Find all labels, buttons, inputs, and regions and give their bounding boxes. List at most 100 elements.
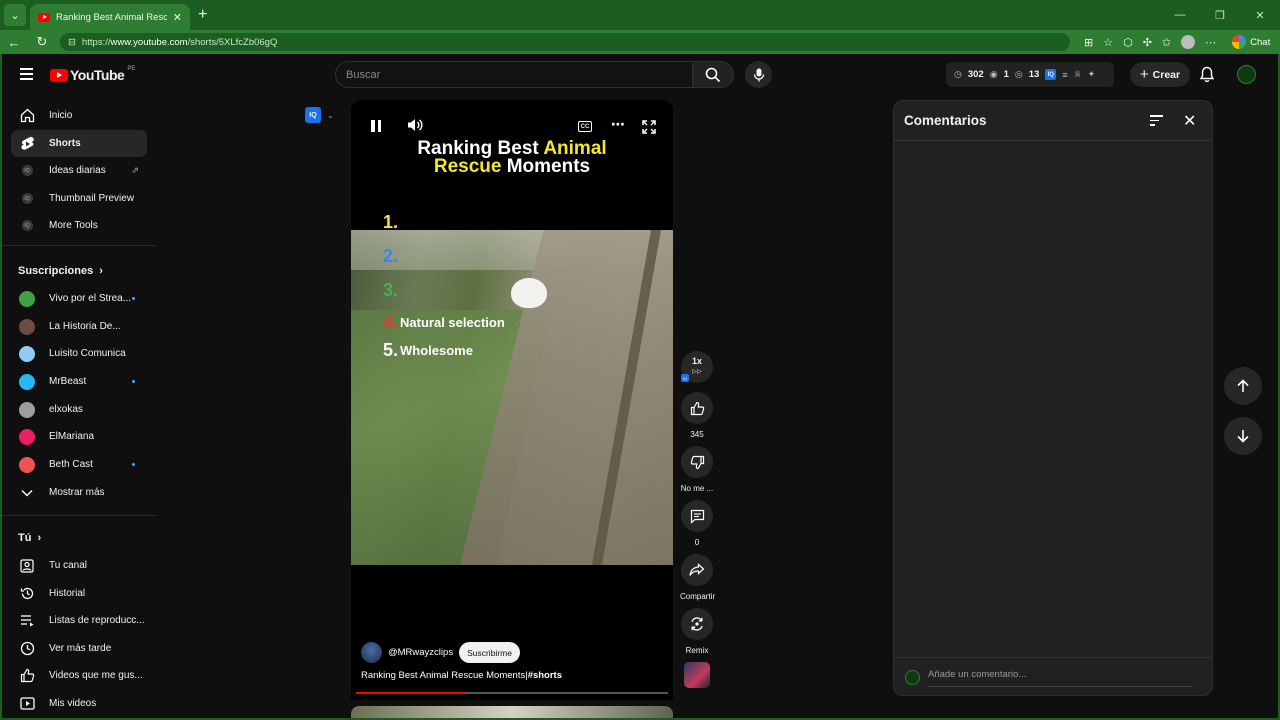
favorites-icon[interactable]: ✩ <box>1162 36 1171 49</box>
minimize-button[interactable]: — <box>1160 9 1200 21</box>
channel-avatar[interactable] <box>361 642 382 663</box>
sidebar-item-label: Tu canal <box>49 560 87 571</box>
user-avatar <box>905 670 920 685</box>
microphone-icon <box>753 68 764 81</box>
search-icon <box>705 67 721 82</box>
progress-bar[interactable] <box>356 692 668 694</box>
reload-button[interactable]: ↻ <box>28 34 56 50</box>
comment-count: 0 <box>694 538 700 547</box>
arrow-up-icon <box>1237 379 1249 392</box>
dislike-label: No me ... <box>680 484 714 493</box>
browser-tab[interactable]: Ranking Best Animal Rescue Mom ✕ <box>30 4 190 30</box>
previous-short-button[interactable] <box>1224 367 1262 405</box>
subscriptions-heading[interactable]: Suscripciones › <box>18 265 103 277</box>
external-link-icon: ⇗ <box>131 165 139 175</box>
sidebar-item-more-tools[interactable]: IQ More Tools <box>11 212 147 239</box>
list-icon[interactable]: ≡ <box>1062 70 1067 80</box>
search-input[interactable]: Buscar <box>335 61 693 88</box>
logo-text: YouTube <box>70 67 125 83</box>
tab-list-button[interactable]: ⌄ <box>4 4 26 26</box>
new-tab-button[interactable]: + <box>198 6 207 24</box>
search-button[interactable] <box>692 61 734 88</box>
account-avatar[interactable] <box>1237 65 1256 84</box>
menu-icon[interactable] <box>20 68 33 83</box>
extension-icon[interactable]: ⬡ <box>1123 36 1133 49</box>
sidebar-item-inicio[interactable]: Inicio <box>11 102 147 129</box>
comment-input[interactable]: Añade un comentario... <box>928 669 1192 687</box>
subscription-item[interactable]: Luisito Comunica <box>11 340 147 367</box>
sidebar-item-ver-mas-tarde[interactable]: Ver más tarde <box>11 635 147 662</box>
next-short-button[interactable] <box>1224 417 1262 455</box>
app-install-icon[interactable]: ⊞ <box>1084 36 1093 49</box>
sidebar-item-label: Ideas diarias <box>49 165 106 176</box>
close-window-button[interactable]: ✕ <box>1240 9 1280 22</box>
sparkle-icon[interactable]: ✦ <box>1088 69 1096 80</box>
sort-icon[interactable] <box>1150 115 1163 129</box>
more-menu-icon[interactable]: ⋯ <box>1205 36 1216 49</box>
channel-name[interactable]: @MRwayzclips <box>388 647 453 658</box>
sidebar-item-playlists[interactable]: Listas de reproducc... <box>11 607 147 634</box>
next-short-preview[interactable] <box>351 706 673 720</box>
captions-button[interactable]: CC <box>578 121 592 132</box>
sidebar: Inicio Shorts IQ Ideas diarias ⇗ IQ Thum… <box>0 96 156 720</box>
you-heading[interactable]: Tú › <box>18 532 41 544</box>
remix-button[interactable]: Remix <box>680 608 714 655</box>
more-options-button[interactable]: ⋯ <box>611 116 625 133</box>
chat-button[interactable]: Chat <box>1232 35 1270 49</box>
comments-button[interactable]: 0 <box>680 500 714 547</box>
subscription-item[interactable]: Vivo por el Strea... <box>11 285 147 312</box>
volume-button[interactable] <box>407 118 423 135</box>
fullscreen-button[interactable] <box>642 120 656 137</box>
copilot-icon <box>1232 35 1247 49</box>
subscription-item[interactable]: Beth Cast <box>11 451 147 478</box>
subscription-item[interactable]: La Historia De... <box>11 313 147 340</box>
notifications-button[interactable] <box>1199 66 1215 88</box>
caption-hashtag[interactable]: #shorts <box>528 670 562 681</box>
vidiq-icon[interactable]: IQ <box>1045 69 1057 80</box>
share-button[interactable]: Compartir <box>680 554 715 601</box>
create-button[interactable]: + Crear <box>1130 62 1190 87</box>
thumbs-down-icon <box>690 455 704 469</box>
extensions-puzzle-icon[interactable]: ✣ <box>1143 36 1152 49</box>
subscribe-button[interactable]: Suscribirme <box>459 642 520 663</box>
youtube-logo[interactable]: YouTube PE <box>50 66 135 83</box>
rank-number: 4. <box>383 312 399 332</box>
close-comments-icon[interactable]: ✕ <box>1183 111 1196 131</box>
progress-fill <box>356 692 466 694</box>
extension-stats-bar[interactable]: ◷ 302 ◉ 1 ◎ 13 IQ ≡ ♕ ✦ <box>946 62 1114 87</box>
restore-button[interactable]: ❐ <box>1200 9 1240 22</box>
trophy-icon[interactable]: ♕ <box>1074 69 1082 80</box>
chevron-down-icon <box>19 485 35 501</box>
subscription-item[interactable]: MrBeast <box>11 368 147 395</box>
pause-button[interactable] <box>371 120 383 132</box>
subscription-item[interactable]: elxokas <box>11 396 147 423</box>
stat-b: 1 <box>1003 69 1009 80</box>
voice-search-button[interactable] <box>745 61 772 88</box>
channel-row: @MRwayzclips Suscribirme <box>361 642 520 663</box>
sidebar-item-liked-videos[interactable]: Videos que me gus... <box>11 662 147 689</box>
favorite-star-icon[interactable]: ☆ <box>1103 36 1113 49</box>
vidiq-icon: IQ <box>305 107 321 123</box>
sidebar-item-mis-videos[interactable]: Mis videos <box>11 690 147 717</box>
show-more-button[interactable]: Mostrar más <box>11 479 147 506</box>
url-field[interactable]: ⊟ https://www.youtube.com/shorts/5XLfcZb… <box>60 33 1070 51</box>
back-button[interactable]: ← <box>0 35 28 50</box>
vidiq-widget[interactable]: IQ ⌄ <box>305 105 345 125</box>
sidebar-item-historial[interactable]: Historial <box>11 580 147 607</box>
tab-close-icon[interactable]: ✕ <box>173 11 182 24</box>
sidebar-item-shorts[interactable]: Shorts <box>11 130 147 157</box>
sidebar-item-ideas-diarias[interactable]: IQ Ideas diarias ⇗ <box>11 157 147 184</box>
like-button[interactable]: 345 <box>680 392 714 439</box>
sound-thumbnail[interactable] <box>684 662 710 688</box>
dislike-button[interactable]: No me ... <box>680 446 714 493</box>
new-content-dot <box>132 463 135 466</box>
sidebar-item-thumbnail-preview[interactable]: IQ Thumbnail Preview <box>11 185 147 212</box>
url-path: /shorts/5XLfcZb06gQ <box>187 36 278 48</box>
sidebar-item-tu-canal[interactable]: Tu canal <box>11 552 147 579</box>
subscription-label: MrBeast <box>49 376 87 387</box>
profile-avatar[interactable] <box>1181 35 1196 49</box>
rank-number: 2. <box>383 246 399 266</box>
shorts-player[interactable]: CC ⋯ Ranking Best Animal Rescue Moments … <box>351 100 673 700</box>
site-info-icon[interactable]: ⊟ <box>68 37 76 48</box>
subscription-item[interactable]: ElMariana <box>11 423 147 450</box>
